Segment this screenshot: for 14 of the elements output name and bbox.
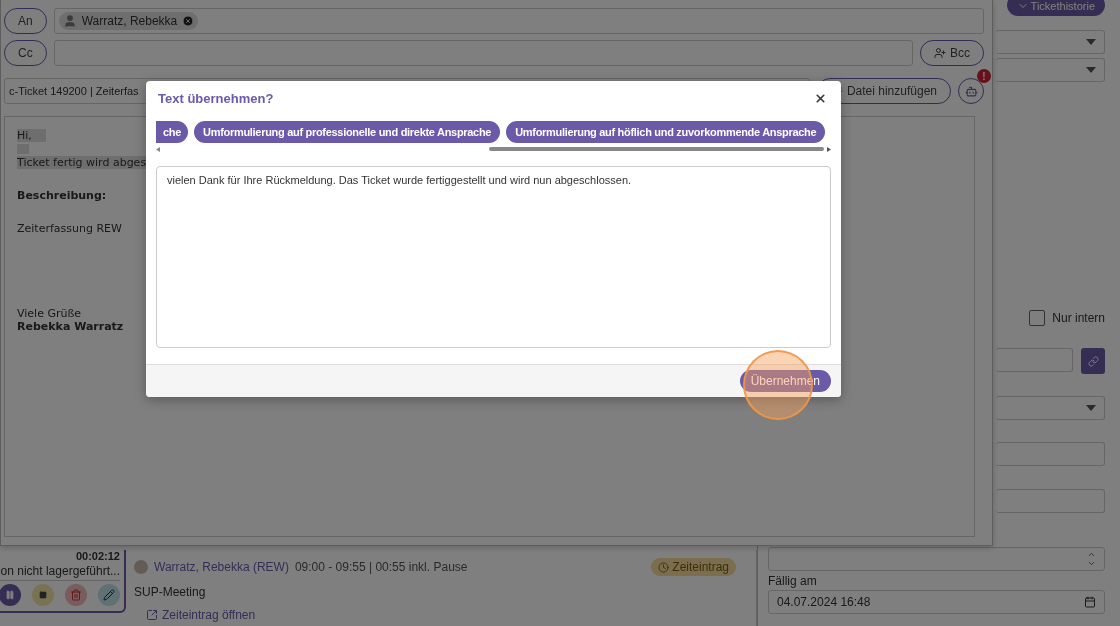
body-text: Zeiterfassung REW (17, 222, 122, 235)
field-label: Fällig am (768, 574, 818, 588)
entry-type-badge: Zeiteintrag (651, 558, 736, 576)
timer-title: on nicht lagergeführt... (0, 564, 120, 578)
body-text: Viele Grüße (17, 307, 82, 320)
checkbox-label: Nur intern (1052, 311, 1105, 325)
dialog-title: Text übernehmen? (158, 91, 274, 106)
body-text: Beschreibung: (17, 189, 107, 202)
entry-time: 09:00 - 09:55 | 00:55 inkl. Pause (294, 560, 469, 574)
alert-badge: ! (977, 69, 991, 83)
entry-text: SUP-Meeting (134, 585, 207, 599)
body-text: Hi, (17, 129, 46, 142)
body-text: Rebekka Warratz (17, 320, 124, 333)
timer-time: 00:02:12 (75, 550, 120, 562)
